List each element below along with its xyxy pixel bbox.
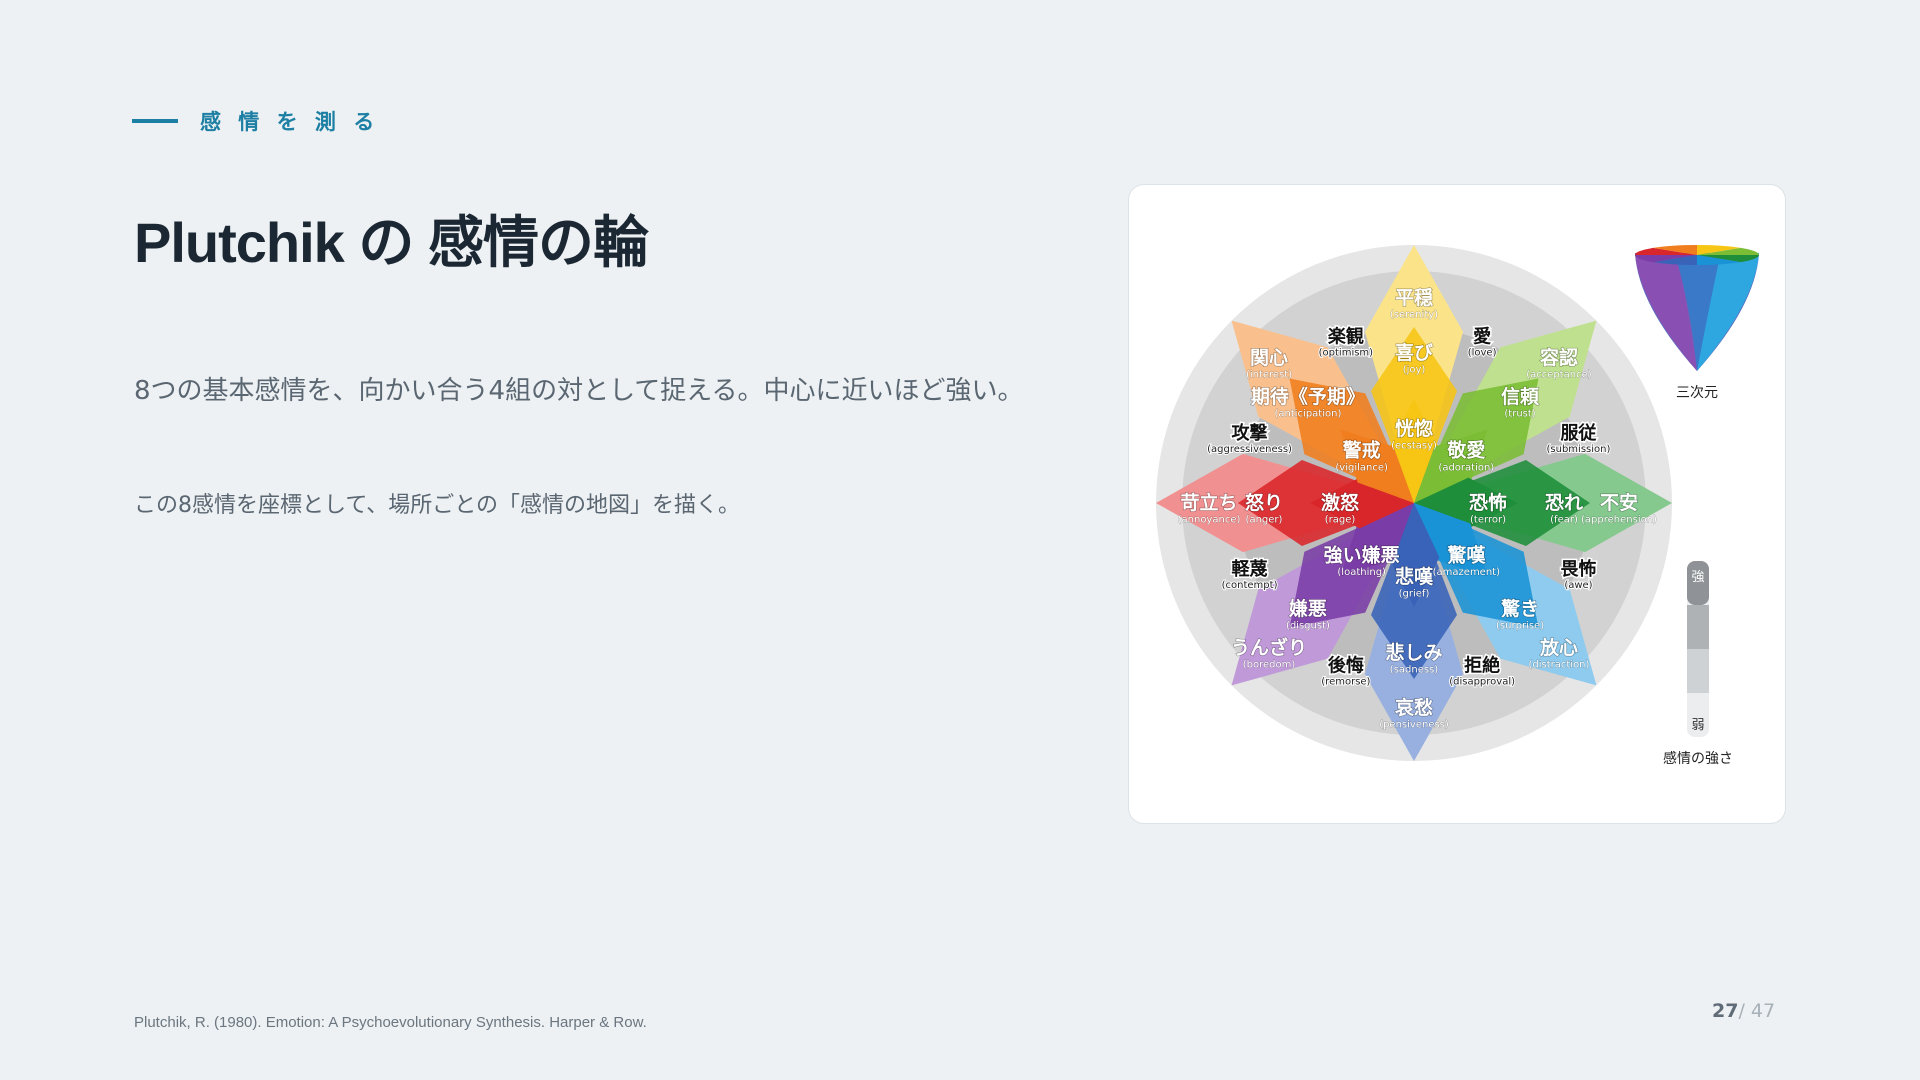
dyad-label-ja: 服従 [1560, 422, 1597, 444]
emotion-label-outer-ja: 平穏 [1395, 287, 1433, 309]
emotion-label-outer: 平穏(serenity) [1390, 286, 1439, 321]
dyad-label-en: (aggressiveness) [1207, 444, 1292, 455]
emotion-label-middle-en: (surprise) [1496, 621, 1544, 632]
dyad-label-ja: 拒絶 [1464, 654, 1500, 676]
emotion-label-middle: 嫌悪(disgust) [1286, 596, 1331, 632]
dyad-label-en: (awe) [1564, 580, 1592, 591]
diagram-card: 恍惚 (ecstasy) 喜び (joy) 平穏 (serenity) 敬愛 (adorati… [1128, 184, 1786, 824]
intensity-weak-label: 弱 [1691, 718, 1704, 733]
slide-title: Plutchik の 感情の輪 [134, 211, 649, 274]
emotion-label-inner: 激怒(rage) [1320, 490, 1360, 526]
emotion-label-inner: 警戒(vigilance) [1335, 438, 1388, 474]
dyad-label-en: (disapproval) [1449, 676, 1515, 687]
eyebrow-text: 感 情 を 測 る [200, 110, 380, 134]
emotion-label-outer-en: (apprehension) [1581, 515, 1657, 526]
emotion-label-middle-ja: 怒り [1245, 491, 1283, 514]
dyad-label-ja: 畏怖 [1560, 558, 1596, 580]
emotion-label-middle: 怒り(anger) [1244, 490, 1283, 526]
emotion-label-middle: 悲しみ(sadness) [1385, 640, 1443, 676]
emotion-label-outer-ja: 容認 [1540, 346, 1578, 369]
dyad-label-en: (love) [1468, 348, 1497, 359]
dyad-label-ja: 後悔 [1328, 654, 1364, 676]
emotion-label-outer-en: (acceptance) [1526, 370, 1592, 381]
emotion-label-outer: 苛立ち(annoyance) [1177, 490, 1241, 526]
emotion-label-middle-en: (anger) [1246, 515, 1283, 526]
emotion-label-middle-en: (disgust) [1286, 621, 1330, 632]
emotion-label-middle-ja: 恐れ [1545, 492, 1583, 514]
emotion-label-outer-ja: 哀愁 [1395, 696, 1433, 719]
citation: Plutchik, R. (1980). Emotion: A Psychoev… [134, 1014, 647, 1031]
cone-label: 三次元 [1676, 385, 1718, 401]
emotion-label-middle-en: (joy) [1403, 365, 1426, 376]
dyad-label-en: (contempt) [1222, 580, 1278, 591]
emotion-label-inner: 恍惚(ecstasy) [1391, 416, 1438, 452]
emotion-label-inner-ja: 警戒 [1343, 439, 1381, 462]
emotion-label-inner: 悲嘆(grief) [1394, 564, 1434, 600]
emotion-label-inner-en: (grief) [1399, 589, 1430, 600]
emotion-label-outer-ja: 不安 [1600, 491, 1638, 514]
emotion-label-middle-ja: 悲しみ [1385, 641, 1442, 664]
emotion-label-inner-en: (adoration) [1438, 462, 1494, 473]
emotion-label-middle-ja: 驚き [1500, 597, 1539, 620]
emotion-label-middle-ja: 喜び [1395, 342, 1433, 364]
emotion-label-middle-en: (sadness) [1390, 665, 1438, 676]
emotion-label-inner-ja: 恍惚 [1395, 417, 1433, 440]
emotion-label-outer-ja: 放心 [1539, 636, 1578, 659]
emotion-label-inner-en: (rage) [1325, 515, 1356, 526]
emotion-label-middle-ja: 信頼 [1501, 385, 1540, 408]
dyad-label-ja: 楽観 [1328, 326, 1364, 348]
intensity-strong-label: 強 [1691, 570, 1704, 585]
emotion-label-inner-en: (vigilance) [1335, 462, 1388, 473]
emotion-label-inner-ja: 敬愛 [1446, 439, 1485, 462]
section-eyebrow: 感 情 を 測 る [132, 106, 379, 136]
emotion-label-middle-en: (trust) [1504, 409, 1535, 420]
emotion-label-middle: 驚き(surprise) [1496, 596, 1545, 632]
emotion-label-inner-ja: 驚嘆 [1446, 543, 1486, 566]
dyad-label-ja: 軽蔑 [1232, 558, 1268, 580]
plutchik-wheel-diagram: 恍惚(ecstasy) 喜び(joy) 平穏(serenity) 敬愛(adorati… [1156, 245, 1759, 767]
emotion-label-outer-ja: 関心 [1250, 347, 1288, 369]
intensity-title: 感情の強さ [1663, 750, 1733, 767]
dyad-label-ja: 攻撃 [1232, 422, 1268, 444]
page-current: 27 [1712, 1000, 1739, 1022]
dyad-label-ja: 愛 [1473, 326, 1491, 348]
body-text-secondary: この8感情を座標として、場所ごとの「感情の地図」を描く。 [134, 493, 741, 518]
emotion-label-inner-ja: 悲嘆 [1395, 565, 1434, 588]
dyad-label-en: (submission) [1547, 444, 1611, 455]
page-indicator: 27/ 47 [1712, 1000, 1775, 1022]
emotion-label-inner-en: (ecstasy) [1391, 441, 1437, 452]
dyad-label-en: (remorse) [1321, 676, 1370, 687]
emotion-label-inner-en: (terror) [1470, 515, 1506, 526]
emotion-label-outer-en: (serenity) [1390, 310, 1438, 321]
cone-3d-icon [1635, 245, 1759, 371]
emotion-label-inner-ja: 強い嫌悪 [1324, 543, 1400, 566]
eyebrow-accent-line [132, 119, 178, 123]
emotion-label-inner-ja: 恐怖 [1469, 491, 1507, 514]
emotion-label-middle: 恐れ(fear) [1544, 491, 1583, 526]
dyad-label-en: (optimism) [1319, 348, 1374, 359]
emotion-label-middle-en: (fear) [1550, 515, 1578, 526]
dyad-label: 畏怖(awe) [1559, 557, 1598, 592]
emotion-label-inner-ja: 激怒 [1321, 491, 1360, 514]
emotion-label-inner: 恐怖(terror) [1468, 490, 1507, 526]
emotion-label-inner-en: (loathing) [1337, 567, 1386, 578]
emotion-label-outer-en: (distraction) [1528, 660, 1589, 671]
emotion-label-outer-en: (boredom) [1243, 660, 1296, 671]
intensity-scale: 強弱感情の強さ [1663, 561, 1733, 767]
emotion-label-outer: 関心(interest) [1246, 346, 1293, 381]
emotion-label-middle-en: (anticipation) [1274, 409, 1341, 420]
emotion-label-inner-en: (amazement) [1433, 567, 1500, 578]
emotion-label-middle-ja: 期待《予期》 [1251, 385, 1365, 408]
emotion-label-outer-en: (interest) [1246, 370, 1292, 381]
page-total: / 47 [1738, 1000, 1776, 1022]
emotion-label-middle: 信頼(trust) [1500, 384, 1540, 420]
emotion-label-outer-ja: 苛立ち [1180, 491, 1237, 514]
emotion-label-outer-ja: うんざり [1231, 636, 1307, 659]
body-text-primary: 8つの基本感情を、向かい合う4組の対として捉える。中心に近いほど強い。 [134, 376, 1024, 406]
emotion-label-outer-en: (annoyance) [1178, 515, 1241, 526]
emotion-label-outer-en: (pensiveness) [1379, 720, 1449, 731]
dyad-label: 後悔(remorse) [1320, 653, 1371, 688]
emotion-label-middle-ja: 嫌悪 [1289, 597, 1327, 620]
